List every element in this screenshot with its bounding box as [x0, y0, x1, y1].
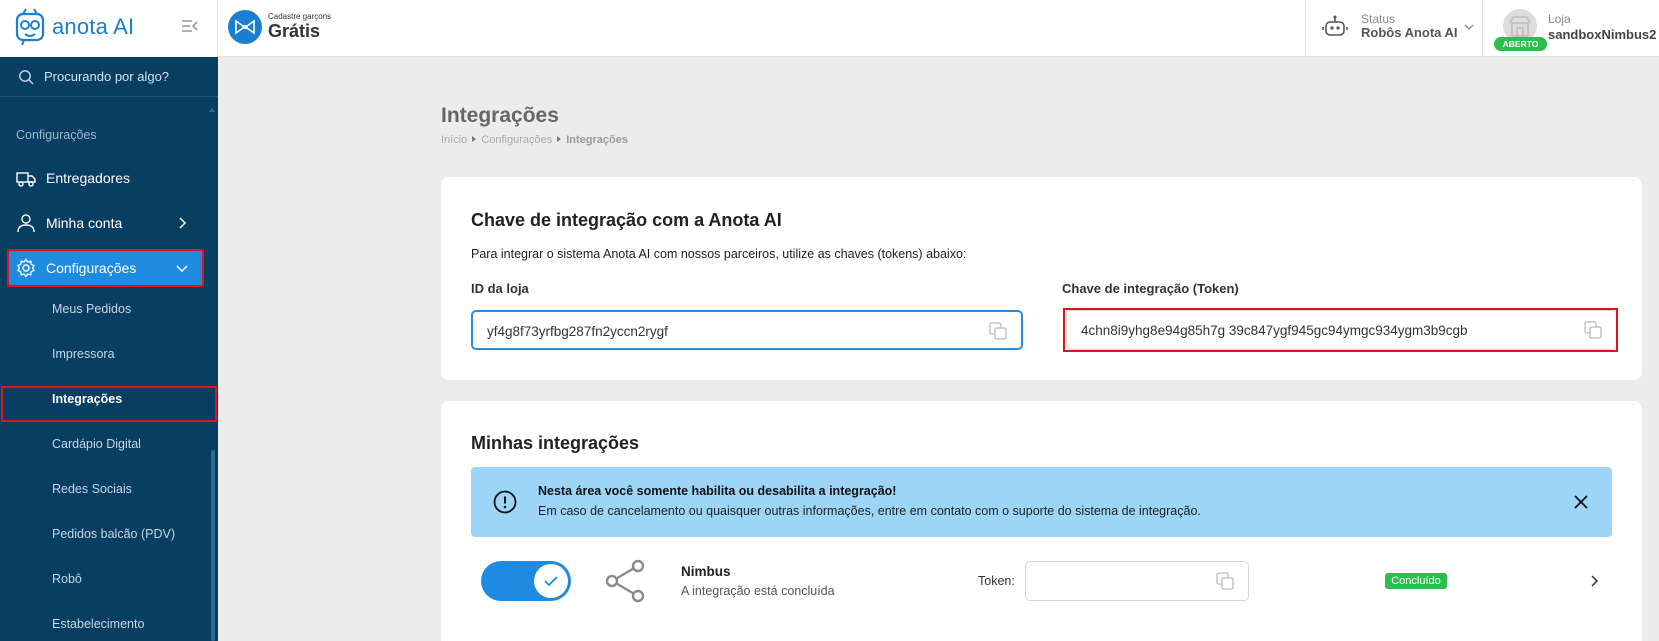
bowtie-icon[interactable] — [228, 10, 262, 44]
promo-title[interactable]: Grátis — [268, 21, 320, 42]
breadcrumb-item-inicio[interactable]: Início — [441, 134, 467, 146]
store-id-label: ID da loja — [471, 281, 529, 296]
token-label: Chave de integração (Token) — [1062, 281, 1239, 296]
exclamation-circle-icon — [493, 490, 517, 514]
info-banner-text: Em caso de cancelamento ou quaisquer out… — [538, 504, 1201, 518]
anota-logo-icon — [15, 8, 45, 46]
truck-icon — [16, 172, 36, 187]
sub-item-estabelecimento[interactable]: Estabelecimento — [52, 617, 144, 631]
chevron-right-icon[interactable] — [1588, 575, 1600, 587]
sidebar-search[interactable]: Procurando por algo? — [0, 57, 218, 97]
integration-token-field[interactable] — [1025, 561, 1249, 601]
toggle-knob — [534, 564, 568, 598]
sidebar-item-label: Entregadores — [46, 170, 131, 186]
collapse-menu-icon[interactable] — [181, 17, 199, 35]
page-title: Integrações — [441, 104, 559, 127]
topbar: Cadastre garçons Grátis Status Robôs Ano… — [218, 0, 1659, 57]
sidebar: anota AI Procurando por algo? Configuraç… — [0, 0, 218, 641]
store-id-value: yf4g8f73yrfbg287fn2yccn2rygf — [487, 324, 668, 339]
store-label: Loja — [1548, 12, 1571, 26]
sidebar-item-entregadores[interactable]: Entregadores — [8, 160, 202, 196]
brand-name: anota AI — [52, 14, 135, 39]
search-placeholder: Procurando por algo? — [44, 69, 170, 84]
highlight-integracoes — [1, 386, 217, 422]
store-name: sandboxNimbus2 — [1548, 27, 1657, 42]
sidebar-scrollbar[interactable] — [211, 450, 215, 641]
store-id-field[interactable]: yf4g8f73yrfbg287fn2yccn2rygf — [471, 310, 1023, 350]
sub-item-cardapio-digital[interactable]: Cardápio Digital — [52, 437, 141, 451]
copy-icon[interactable] — [989, 322, 1007, 340]
integration-toggle[interactable] — [481, 561, 571, 601]
store-selector[interactable]: ABERTO Loja sandboxNimbus2 — [1482, 0, 1659, 57]
my-integrations-card: Minhas integrações Nesta área você somen… — [441, 401, 1642, 641]
integration-key-description: Para integrar o sistema Anota AI com nos… — [471, 247, 967, 261]
sub-item-pedidos-balcao[interactable]: Pedidos balcão (PDV) — [52, 527, 175, 541]
breadcrumb: Início Configurações Integrações — [441, 134, 628, 146]
chevron-down-icon — [1464, 24, 1474, 30]
chevron-right-icon — [179, 217, 187, 229]
sidebar-item-minha-conta[interactable]: Minha conta — [8, 205, 202, 241]
breadcrumb-separator-icon — [472, 136, 477, 142]
sub-item-impressora[interactable]: Impressora — [52, 347, 115, 361]
status-selector[interactable]: Status Robôs Anota AI — [1305, 0, 1482, 57]
status-value: Robôs Anota AI — [1361, 25, 1458, 40]
share-icon — [605, 559, 645, 603]
search-icon — [19, 70, 34, 85]
breadcrumb-separator-icon — [557, 136, 562, 142]
scroll-up-arrow-icon[interactable] — [209, 108, 215, 112]
integration-key-title: Chave de integração com a Anota AI — [471, 210, 782, 230]
logo-area: anota AI — [0, 0, 218, 57]
sub-item-meus-pedidos[interactable]: Meus Pedidos — [52, 302, 131, 316]
integration-key-card: Chave de integração com a Anota AI Para … — [441, 177, 1642, 380]
close-icon[interactable] — [1574, 495, 1588, 509]
check-icon — [544, 576, 558, 587]
robot-icon — [1322, 15, 1348, 36]
my-integrations-title: Minhas integrações — [471, 433, 640, 453]
sidebar-section-label: Configurações — [16, 128, 97, 142]
breadcrumb-item-configuracoes[interactable]: Configurações — [481, 134, 552, 146]
status-label: Status — [1361, 12, 1396, 26]
sub-item-robo[interactable]: Robô — [52, 572, 82, 586]
store-open-badge: ABERTO — [1494, 37, 1547, 51]
integration-name: Nimbus — [681, 564, 731, 579]
info-banner: Nesta área você somente habilita ou desa… — [471, 467, 1612, 537]
highlight-configuracoes — [7, 249, 204, 287]
integration-token-label: Token: — [978, 574, 1015, 588]
integration-status-text: A integração está concluída — [681, 584, 835, 598]
breadcrumb-item-integracoes: Integrações — [566, 134, 628, 146]
status-badge: Concluído — [1385, 573, 1447, 589]
highlight-token-field — [1063, 308, 1618, 352]
copy-icon[interactable] — [1216, 572, 1234, 590]
user-icon — [17, 214, 35, 233]
promo-subtitle: Cadastre garçons — [268, 12, 332, 21]
sub-item-redes-sociais[interactable]: Redes Sociais — [52, 482, 132, 496]
sidebar-item-label: Minha conta — [46, 215, 123, 231]
info-banner-title: Nesta área você somente habilita ou desa… — [538, 484, 897, 498]
